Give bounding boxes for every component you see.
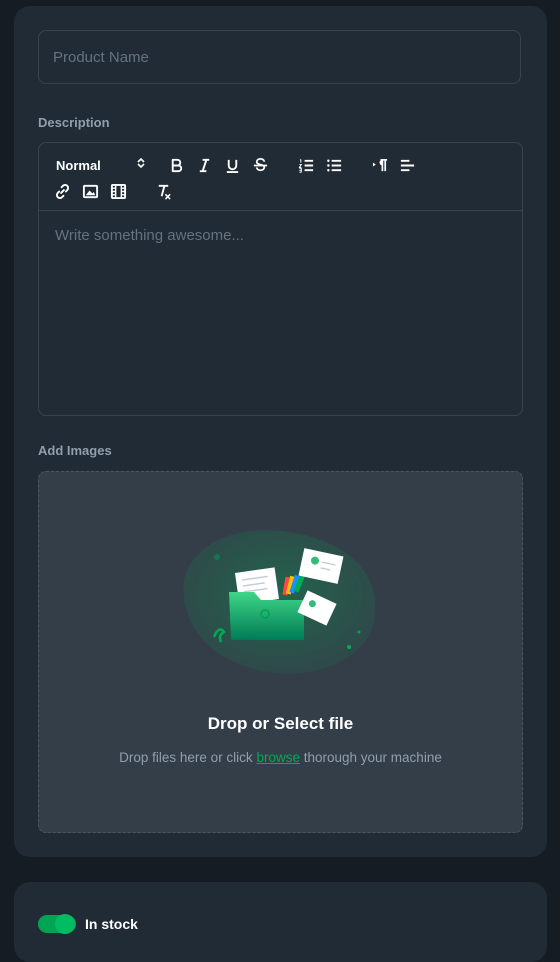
add-images-label: Add Images	[38, 443, 112, 458]
product-name-input[interactable]	[39, 31, 520, 83]
align-icon[interactable]	[396, 155, 418, 175]
description-editor: Normal Write something awesome...	[38, 142, 523, 416]
stock-card: In stock	[14, 882, 547, 962]
bullet-list-icon[interactable]	[323, 155, 345, 175]
drop-sub-after: thorough your machine	[303, 750, 442, 765]
format-select-label: Normal	[56, 157, 101, 173]
select-arrows-icon	[136, 156, 146, 174]
clear-format-icon[interactable]	[152, 181, 174, 201]
video-icon[interactable]	[107, 181, 129, 201]
in-stock-toggle[interactable]	[38, 914, 76, 934]
format-select[interactable]: Normal	[56, 155, 146, 175]
strikethrough-icon[interactable]	[249, 155, 271, 175]
image-dropzone[interactable]: Drop or Select file Drop files here or c…	[38, 471, 523, 833]
text-direction-icon[interactable]	[369, 155, 391, 175]
toggle-knob	[55, 914, 75, 934]
product-form-card: Description Normal	[14, 6, 547, 857]
underline-icon[interactable]	[221, 155, 243, 175]
image-icon[interactable]	[79, 181, 101, 201]
editor-toolbar: Normal	[39, 143, 522, 211]
bold-icon[interactable]	[165, 155, 187, 175]
drop-title: Drop or Select file	[207, 714, 354, 733]
editor-content-area[interactable]: Write something awesome...	[39, 211, 522, 260]
upload-illustration-icon	[183, 530, 376, 674]
product-name-field[interactable]	[38, 30, 521, 84]
description-label: Description	[38, 115, 110, 130]
ordered-list-icon[interactable]	[295, 155, 317, 175]
drop-sub-before: Drop files here or click	[119, 750, 253, 765]
browse-link[interactable]: browse	[256, 750, 300, 765]
drop-subtitle: Drop files here or click browse thorough…	[39, 750, 522, 765]
link-icon[interactable]	[51, 181, 73, 201]
editor-placeholder: Write something awesome...	[55, 227, 244, 244]
italic-icon[interactable]	[193, 155, 215, 175]
